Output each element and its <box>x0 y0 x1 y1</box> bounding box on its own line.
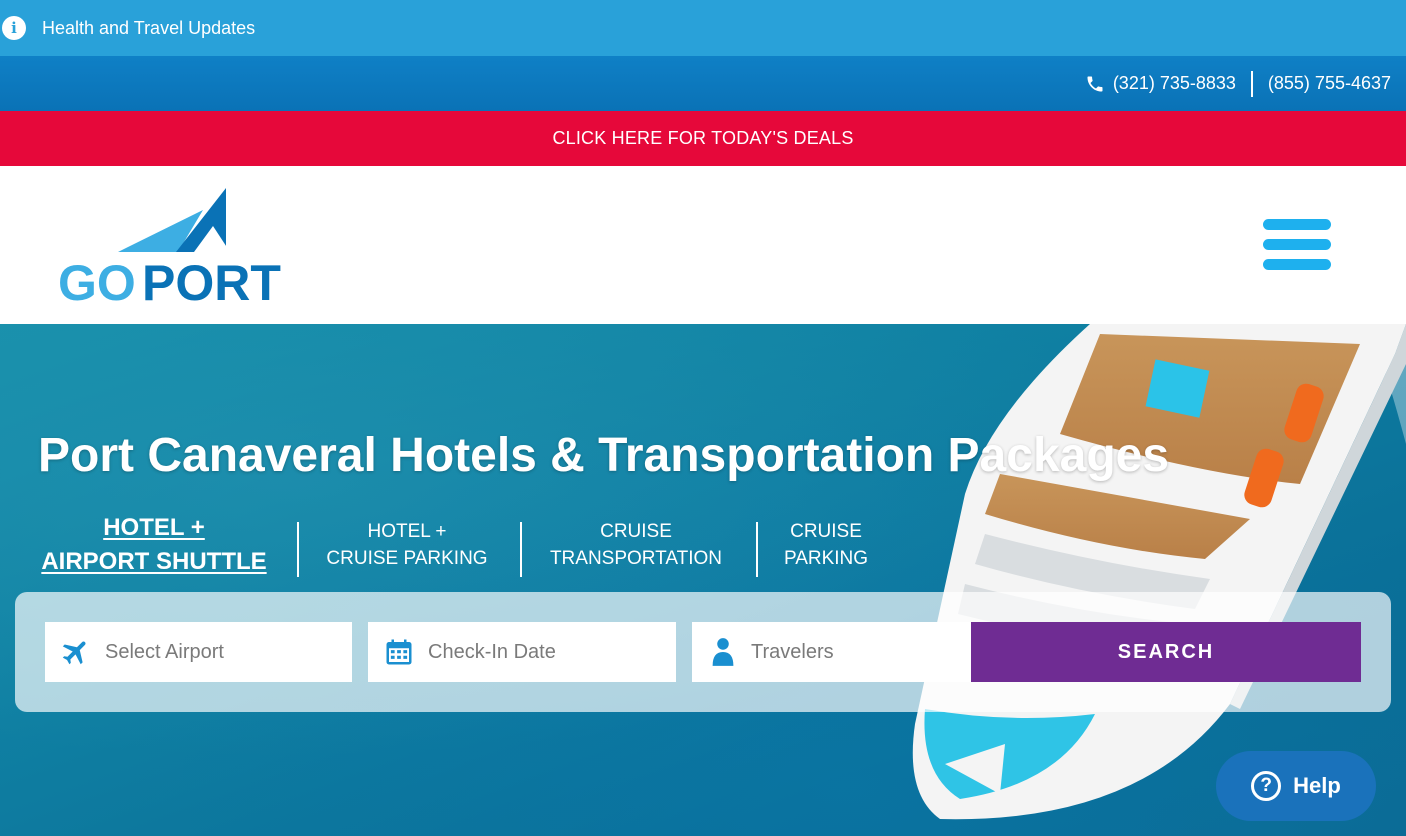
info-icon: i <box>2 16 26 40</box>
tab-divider <box>520 522 522 577</box>
logo-go-text: GO <box>58 255 136 306</box>
tab-label-line2: AIRPORT SHUTTLE <box>41 548 267 575</box>
travelers-input[interactable] <box>751 640 971 664</box>
checkin-input[interactable] <box>428 640 648 664</box>
tab-divider <box>297 522 299 577</box>
tab-label-line2: PARKING <box>783 548 869 569</box>
phone-number-1[interactable]: (321) 735-8833 <box>1113 73 1236 94</box>
tab-label-line1: CRUISE <box>600 521 672 542</box>
calendar-icon <box>382 635 416 669</box>
checkin-field[interactable] <box>368 622 676 682</box>
tab-label-line1: HOTEL + <box>103 514 205 541</box>
travelers-field[interactable] <box>692 622 971 682</box>
tab-hotel-cruise-parking[interactable]: HOTEL + CRUISE PARKING <box>315 512 499 578</box>
question-icon: ? <box>1251 771 1282 801</box>
airplane-icon <box>59 635 93 669</box>
info-bar[interactable]: i Health and Travel Updates <box>0 0 1406 56</box>
help-label: Help <box>1293 773 1341 798</box>
hamburger-menu-icon[interactable] <box>1263 216 1331 272</box>
help-button[interactable]: ? Help <box>1216 751 1376 821</box>
search-button[interactable]: SEARCH <box>971 622 1361 682</box>
phone-icon <box>1087 76 1103 91</box>
goport-logo[interactable]: GO PORT <box>58 186 288 306</box>
tab-divider <box>756 522 758 577</box>
tab-label-line2: CRUISE PARKING <box>326 548 488 569</box>
airport-input[interactable] <box>105 640 325 664</box>
tab-cruise-transportation[interactable]: CRUISE TRANSPORTATION <box>538 512 734 578</box>
page-title: Port Canaveral Hotels & Transportation P… <box>38 429 1170 482</box>
site-header: GO PORT <box>0 166 1406 324</box>
deals-banner[interactable]: CLICK HERE FOR TODAY'S DEALS <box>0 111 1406 166</box>
airport-field[interactable] <box>45 622 352 682</box>
hero-section: Port Canaveral Hotels & Transportation P… <box>0 324 1406 836</box>
phone-bar: (321) 735-8833 (855) 755-4637 <box>0 56 1406 111</box>
cruise-ship-image <box>912 324 1406 820</box>
tab-label-line2: TRANSPORTATION <box>549 548 723 569</box>
search-panel: SEARCH <box>15 592 1391 712</box>
tab-cruise-parking[interactable]: CRUISE PARKING <box>774 512 878 578</box>
phone-divider <box>1250 70 1253 97</box>
phone-number-2[interactable]: (855) 755-4637 <box>1268 73 1391 94</box>
tab-label-line1: HOTEL + <box>367 521 447 542</box>
tab-label-line1: CRUISE <box>790 521 862 542</box>
health-travel-updates-link[interactable]: Health and Travel Updates <box>42 18 255 39</box>
logo-port-text: PORT <box>142 255 281 306</box>
deals-link[interactable]: CLICK HERE FOR TODAY'S DEALS <box>552 128 853 149</box>
tab-hotel-airport-shuttle[interactable]: HOTEL + AIRPORT SHUTTLE <box>38 512 270 578</box>
person-icon <box>706 635 739 669</box>
